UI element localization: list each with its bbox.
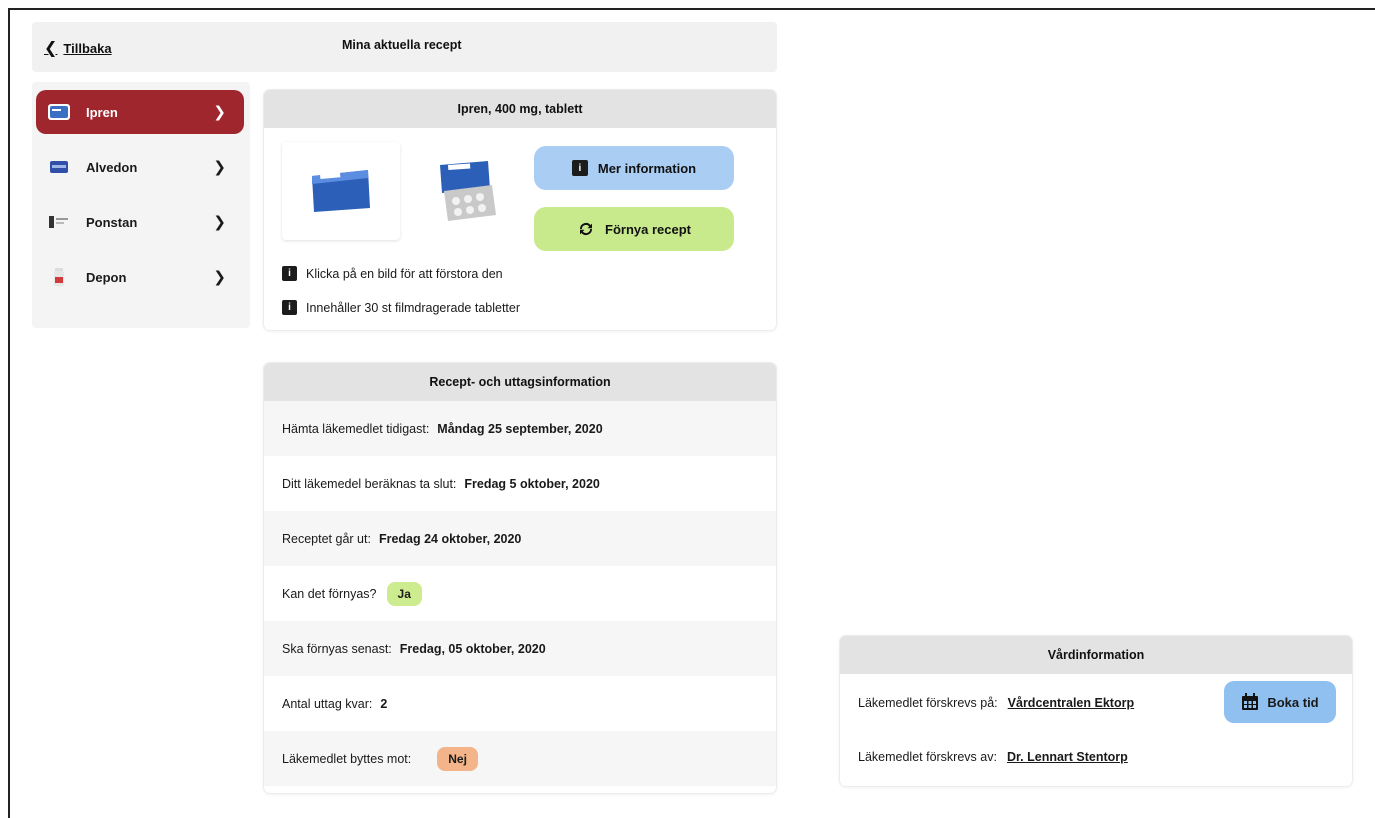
rx-row-substituted: Läkemedlet byttes mot: Nej <box>264 731 776 786</box>
rx-label: Receptet går ut: <box>282 531 371 546</box>
rx-value: Fredag 24 oktober, 2020 <box>378 531 522 546</box>
sidebar-item-ipren[interactable]: Ipren ❯ <box>36 90 244 134</box>
calendar-icon <box>1242 693 1259 710</box>
status-badge-yes: Ja <box>386 581 422 606</box>
renew-prescription-button[interactable]: Förnya recept <box>534 207 734 251</box>
chevron-right-icon: ❯ <box>213 214 226 231</box>
pill-blister-icon <box>440 161 496 221</box>
depon-thumbnail <box>48 268 70 286</box>
doctor-link[interactable]: Dr. Lennart Stentorp <box>1007 750 1128 764</box>
chevron-right-icon: ❯ <box>213 159 226 176</box>
alvedon-thumbnail <box>48 159 70 175</box>
ipren-thumbnail <box>48 104 70 120</box>
prescribed-at-row: Läkemedlet förskrevs på: Vårdcentralen E… <box>858 696 1134 710</box>
product-image-2[interactable] <box>406 142 524 240</box>
hint-contents: i Innehåller 30 st filmdragerade tablett… <box>282 300 520 315</box>
prescribed-by-label: Läkemedlet förskrevs av: <box>858 750 997 764</box>
sidebar-item-label: Alvedon <box>86 159 138 175</box>
back-label: Tillbaka <box>63 40 112 56</box>
sidebar-item-label: Depon <box>86 269 127 285</box>
rx-label: Antal uttag kvar: <box>282 696 373 711</box>
chevron-right-icon: ❯ <box>213 269 226 286</box>
hint-enlarge: i Klicka på en bild för att förstora den <box>282 266 503 281</box>
page-title: Mina aktuella recept <box>342 38 462 52</box>
refresh-icon <box>580 222 592 236</box>
clinic-link[interactable]: Vårdcentralen Ektorp <box>1008 696 1134 710</box>
rx-row-renewable: Kan det förnyas? Ja <box>264 566 776 621</box>
ponstan-thumbnail <box>48 214 70 230</box>
sidebar-item-label: Ponstan <box>86 214 138 230</box>
chevron-left-icon: ❮ <box>44 40 58 57</box>
rx-value: Måndag 25 september, 2020 <box>437 421 603 436</box>
prescription-card: Recept- och uttagsinformation Hämta läke… <box>264 363 776 793</box>
status-badge-no: Nej <box>437 746 478 771</box>
rx-label: Ska förnyas senast: <box>282 641 392 656</box>
rx-row-renew-by: Ska förnyas senast: Fredag, 05 oktober, … <box>264 621 776 676</box>
rx-label: Kan det förnyas? <box>282 586 377 601</box>
rx-row-withdrawals-left: Antal uttag kvar: 2 <box>264 676 776 731</box>
rx-value: Fredag, 05 oktober, 2020 <box>399 641 546 656</box>
prescribed-by-row: Läkemedlet förskrevs av: Dr. Lennart Ste… <box>858 750 1128 764</box>
sidebar-item-ponstan[interactable]: Ponstan ❯ <box>36 200 244 244</box>
product-image-1[interactable] <box>282 142 400 240</box>
back-link[interactable]: ❮ Tillbaka <box>44 38 112 58</box>
hint-text: Klicka på en bild för att förstora den <box>306 266 503 281</box>
rx-row-expires: Receptet går ut: Fredag 24 oktober, 2020 <box>264 511 776 566</box>
rx-label: Ditt läkemedel beräknas ta slut: <box>282 476 457 491</box>
rx-row-earliest-pickup: Hämta läkemedlet tidigast: Måndag 25 sep… <box>264 401 776 456</box>
prescription-title: Recept- och uttagsinformation <box>264 363 776 401</box>
info-icon: i <box>282 266 297 281</box>
info-icon: i <box>282 300 297 315</box>
rx-value: Fredag 5 oktober, 2020 <box>464 476 600 491</box>
prescribed-at-label: Läkemedlet förskrevs på: <box>858 696 998 710</box>
sidebar-item-depon[interactable]: Depon ❯ <box>36 255 244 299</box>
top-bar: ❮ Tillbaka Mina aktuella recept <box>32 22 777 72</box>
more-info-label: Mer information <box>597 160 697 176</box>
book-appointment-button[interactable]: Boka tid <box>1224 681 1336 723</box>
rx-value: 2 <box>380 696 388 711</box>
sidebar-item-alvedon[interactable]: Alvedon ❯ <box>36 145 244 189</box>
more-info-button[interactable]: i Mer information <box>534 146 734 190</box>
care-info-title: Vårdinformation <box>840 636 1352 674</box>
product-title: Ipren, 400 mg, tablett <box>264 90 776 128</box>
medication-sidebar: Ipren ❯ Alvedon ❯ Ponstan ❯ Depon ❯ <box>32 82 250 328</box>
rx-label: Hämta läkemedlet tidigast: <box>282 421 430 436</box>
rx-label: Läkemedlet byttes mot: <box>282 751 412 766</box>
chevron-right-icon: ❯ <box>213 104 226 121</box>
book-label: Boka tid <box>1267 694 1319 710</box>
product-card: Ipren, 400 mg, tablett i Mer information… <box>264 90 776 330</box>
info-icon: i <box>571 160 588 176</box>
pill-box-icon <box>312 170 370 212</box>
rx-row-runs-out: Ditt läkemedel beräknas ta slut: Fredag … <box>264 456 776 511</box>
care-info-card: Vårdinformation Läkemedlet förskrevs på:… <box>840 636 1352 786</box>
hint-text: Innehåller 30 st filmdragerade tabletter <box>306 300 521 315</box>
sidebar-item-label: Ipren <box>86 104 118 120</box>
renew-label: Förnya recept <box>605 221 691 237</box>
